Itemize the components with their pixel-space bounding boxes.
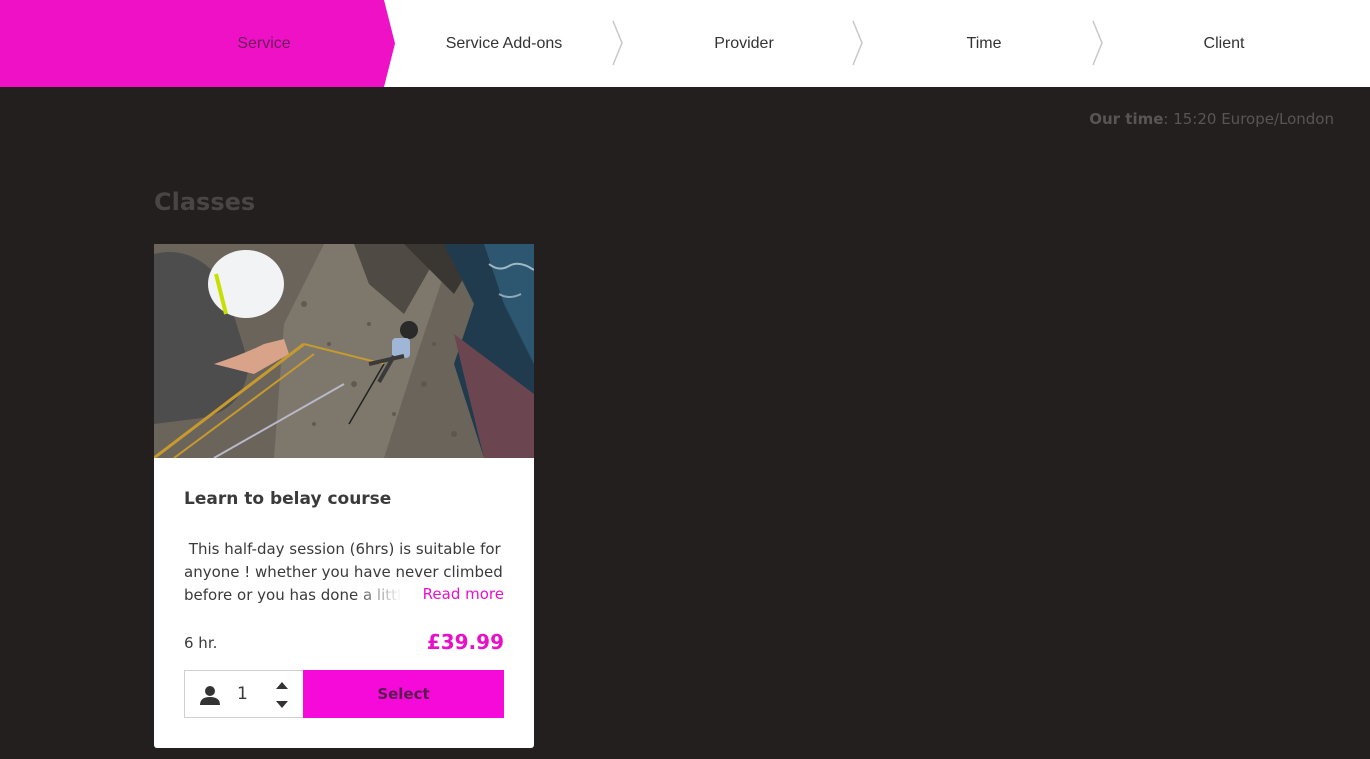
step-separator-icon [852,20,863,66]
step-client-label: Client [1203,34,1245,52]
increment-arrow-icon[interactable] [275,680,289,690]
quantity-value[interactable]: 1 [237,684,248,704]
step-provider-label: Provider [714,34,774,52]
our-time-value: : 15:20 Europe/London [1163,110,1334,128]
service-card: Learn to belay course This half-day sess… [154,244,534,748]
description-fade [354,588,414,612]
service-title: Learn to belay course [184,489,392,509]
person-icon [200,686,220,705]
quantity-stepper[interactable]: 1 [184,670,304,718]
step-separator-icon [612,20,623,66]
rock-climbing-photo [154,244,534,458]
select-button[interactable]: Select [303,670,504,718]
step-service[interactable]: Service [134,0,394,87]
category-heading: Classes [154,188,256,216]
our-time-label: Our time [1089,110,1164,128]
step-service-label: Service [237,34,291,52]
decrement-arrow-icon[interactable] [275,700,289,710]
read-more-link[interactable]: Read more [416,585,504,603]
step-time[interactable]: Time [864,0,1104,87]
step-separator-icon [1092,20,1103,66]
service-price: £39.99 [426,630,504,654]
step-provider[interactable]: Provider [624,0,864,87]
step-client[interactable]: Client [1104,0,1344,87]
booking-steps: Service Service Add-ons Provider Time Cl… [0,0,1370,87]
our-time: Our time: 15:20 Europe/London [1089,110,1334,128]
service-duration: 6 hr. [184,634,218,652]
step-service-add-ons-label: Service Add-ons [445,34,563,52]
step-time-label: Time [966,34,1002,52]
step-service-add-ons[interactable]: Service Add-ons [384,0,624,87]
